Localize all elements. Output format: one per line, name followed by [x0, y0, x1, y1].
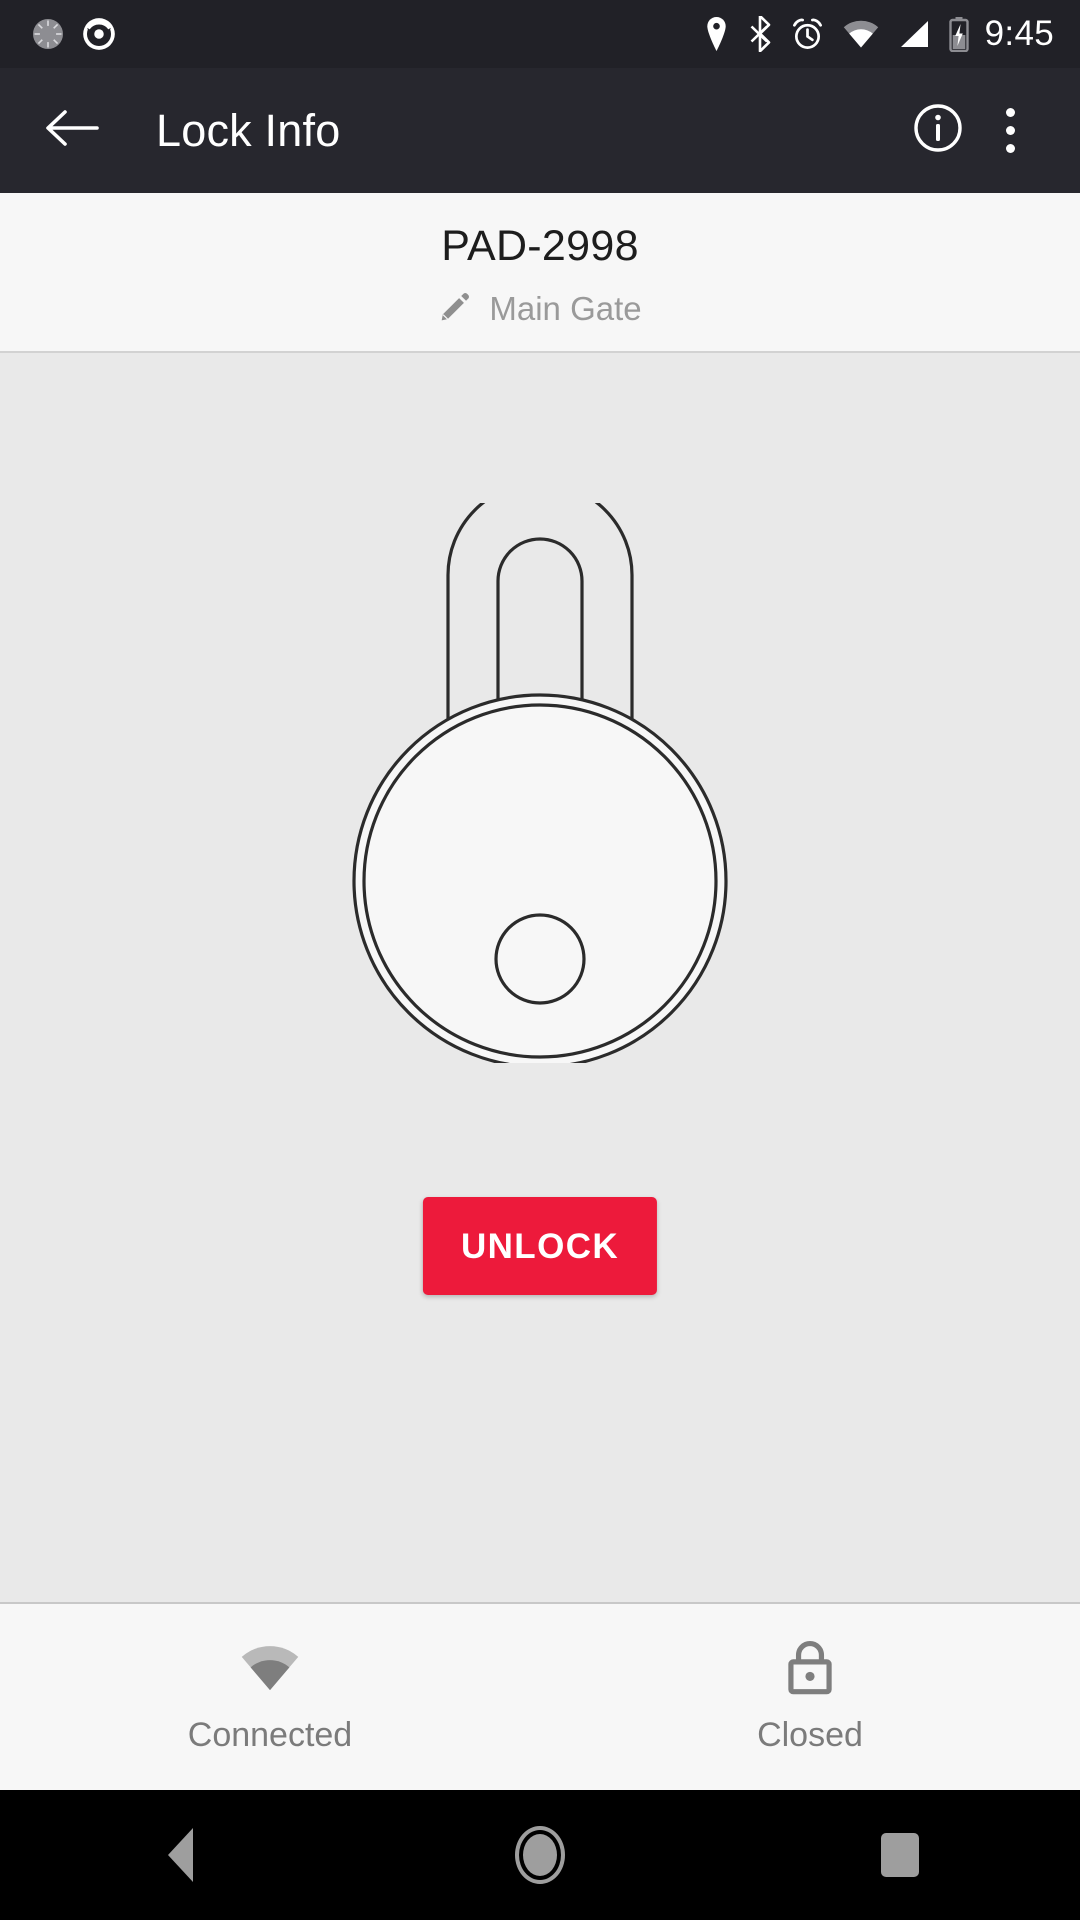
- status-bar-clock: 9:45: [984, 14, 1054, 53]
- bluetooth-icon: [748, 16, 772, 52]
- back-button[interactable]: [40, 99, 104, 163]
- phone-screen: 9:45 Lock Info PAD-2998 Main Gate UNLOCK…: [0, 0, 1080, 1920]
- info-button[interactable]: [902, 95, 974, 167]
- device-nickname-row[interactable]: Main Gate: [438, 290, 642, 329]
- bottom-status-bar: Connected Closed: [0, 1602, 1080, 1790]
- android-navigation-bar: [0, 1790, 1080, 1920]
- settings-gear-icon: [30, 16, 66, 52]
- padlock-closed-icon: [784, 1640, 836, 1696]
- pencil-edit-icon[interactable]: [438, 290, 472, 329]
- device-name: PAD-2998: [441, 221, 639, 270]
- unlock-button[interactable]: UNLOCK: [422, 1197, 658, 1295]
- system-indicator-icons: [704, 16, 969, 52]
- overflow-menu-icon: [988, 101, 1032, 161]
- nav-home-icon: [515, 1826, 565, 1884]
- app-bar-title: Lock Info: [156, 104, 341, 156]
- alarm-icon: [791, 17, 824, 51]
- info-circle-icon: [911, 101, 965, 160]
- wifi-icon: [843, 20, 879, 48]
- padlock-illustration[interactable]: [330, 481, 750, 1069]
- nav-recents-button[interactable]: [835, 1790, 965, 1920]
- nav-home-button[interactable]: [475, 1790, 605, 1920]
- system-status-bar: 9:45: [0, 0, 1080, 68]
- location-icon: [704, 17, 729, 51]
- overflow-menu-button[interactable]: [974, 95, 1046, 167]
- unlock-button-wrapper: UNLOCK: [422, 1197, 658, 1295]
- notification-icons: [30, 15, 118, 53]
- lock-state-label: Closed: [757, 1715, 863, 1754]
- battery-charging-icon: [948, 16, 969, 52]
- wifi-signal-icon: [240, 1640, 300, 1696]
- cell-signal-icon: [898, 20, 930, 48]
- arrow-back-icon: [45, 106, 99, 155]
- device-header: PAD-2998 Main Gate: [0, 193, 1080, 353]
- device-nickname: Main Gate: [489, 290, 642, 327]
- nav-back-button[interactable]: [115, 1790, 245, 1920]
- nav-back-icon: [167, 1828, 193, 1882]
- lock-state-status[interactable]: Closed: [540, 1640, 1080, 1755]
- nav-recents-icon: [881, 1833, 919, 1877]
- connection-status-label: Connected: [187, 1715, 353, 1754]
- app-bar: Lock Info: [0, 68, 1080, 193]
- connection-status[interactable]: Connected: [0, 1640, 540, 1755]
- lock-stage: UNLOCK: [0, 353, 1080, 1602]
- radar-target-icon: [80, 15, 118, 53]
